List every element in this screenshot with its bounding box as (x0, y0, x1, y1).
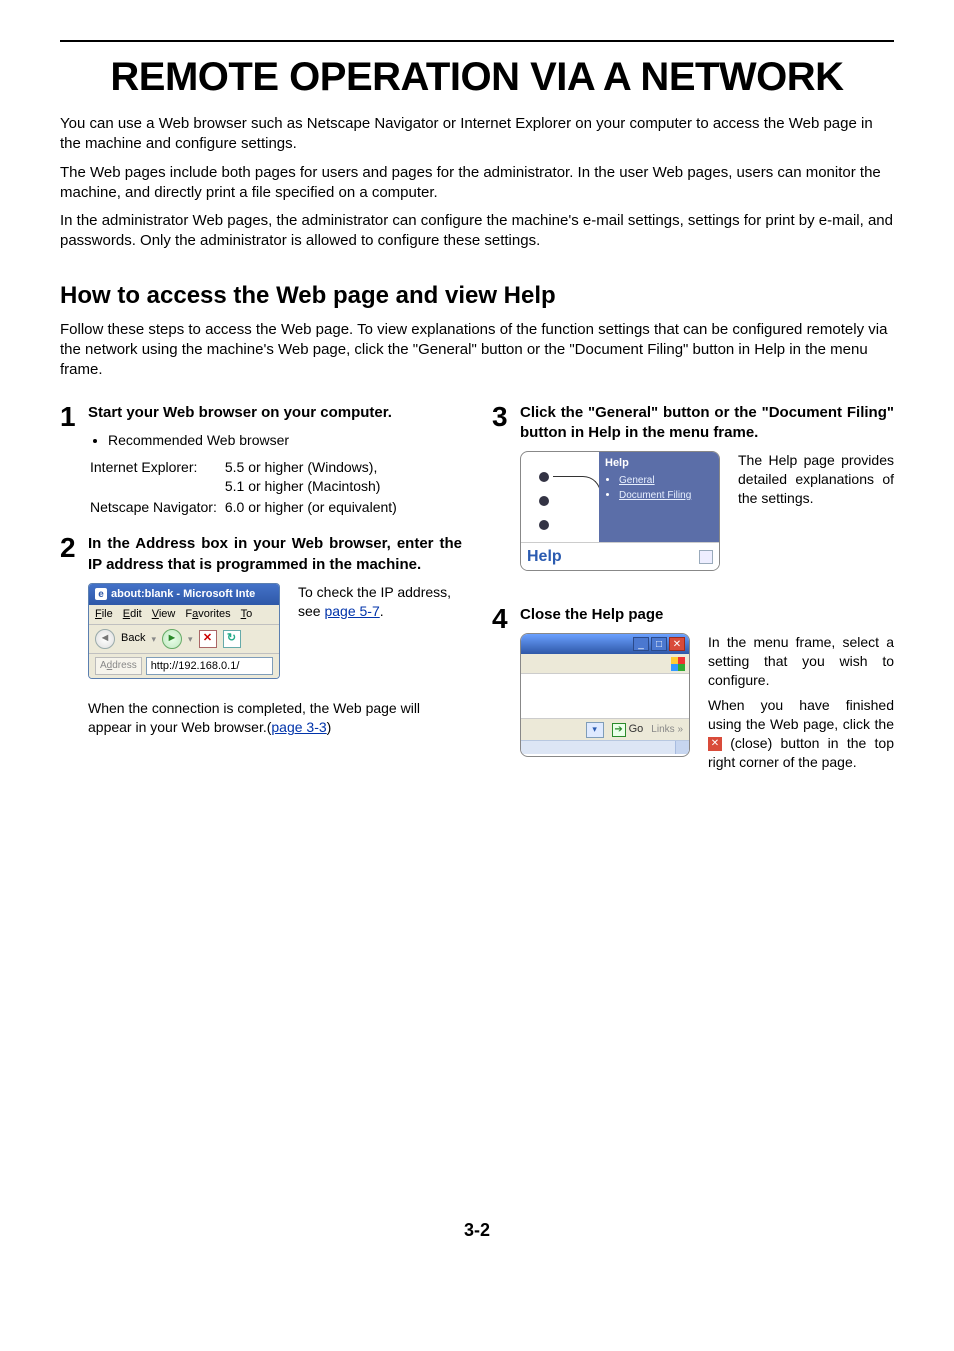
dot-icon (539, 520, 549, 530)
link-page-5-7[interactable]: page 5-7 (324, 603, 379, 619)
dot-icon (539, 496, 549, 506)
step-3-num: 3 (492, 403, 512, 582)
links-label[interactable]: Links » (651, 723, 683, 737)
help-link-general[interactable]: General (619, 475, 655, 486)
back-dropdown-icon[interactable]: ▾ (151, 633, 156, 645)
step-2: 2 In the Address box in your Web browser… (60, 534, 462, 737)
step-3: 3 Click the "General" button or the "Doc… (492, 403, 894, 582)
ie-val1: 5.5 or higher (Windows), (225, 459, 378, 475)
ie-menu-tools[interactable]: To (241, 607, 253, 622)
step-2-num: 2 (60, 534, 80, 737)
step-3-side-text: The Help page provides detailed explanat… (738, 451, 894, 508)
minimize-icon[interactable]: _ (633, 637, 649, 651)
ie-logo-icon: e (95, 588, 107, 600)
page-title: REMOTE OPERATION VIA A NETWORK (60, 50, 894, 104)
windows-flag-icon (671, 657, 685, 671)
page-number: 3-2 (60, 1218, 894, 1242)
step-2-side-text: To check the IP address, see page 5-7. (298, 583, 462, 621)
section-heading: How to access the Web page and view Help (60, 280, 894, 312)
top-rule (60, 40, 894, 42)
ie-label: Internet Explorer: (90, 458, 223, 496)
nn-val: 6.0 or higher (or equivalent) (225, 498, 403, 517)
link-page-3-3[interactable]: page 3-3 (271, 719, 326, 735)
help-panel-figure: Help General Document Filing Help (520, 451, 720, 571)
ie-menu-favorites[interactable]: Favorites (185, 607, 230, 622)
close-icon: ✕ (708, 737, 722, 751)
forward-icon[interactable]: ► (162, 629, 182, 649)
step-1-num: 1 (60, 403, 80, 519)
window-titlebar: _ □ ✕ (521, 634, 689, 654)
step-2-head: In the Address box in your Web browser, … (88, 534, 462, 575)
back-icon[interactable]: ◄ (95, 629, 115, 649)
window-controls-figure: _ □ ✕ ▾ ➔ Go (520, 633, 690, 757)
ie-address-bar: Address http://192.168.0.1/ (89, 654, 279, 679)
step-3-head: Click the "General" button or the "Docum… (520, 403, 894, 444)
step-1: 1 Start your Web browser on your compute… (60, 403, 462, 519)
window-menubar (521, 654, 689, 674)
steps-columns: 1 Start your Web browser on your compute… (60, 403, 894, 798)
stop-icon[interactable]: ✕ (199, 630, 217, 648)
ie-titlebar: e about:blank - Microsoft Inte (89, 584, 279, 605)
page-icon (699, 550, 713, 564)
right-column: 3 Click the "General" button or the "Doc… (492, 403, 894, 798)
ie-title-text: about:blank - Microsoft Inte (111, 587, 255, 602)
help-heading: Help (527, 546, 562, 568)
window-toolbar: ▾ ➔ Go Links » (521, 718, 689, 740)
go-arrow-icon: ➔ (612, 723, 626, 737)
help-link-document-filing[interactable]: Document Filing (619, 490, 691, 501)
ie-menu-edit[interactable]: Edit (123, 607, 142, 622)
scrollbar[interactable] (521, 740, 689, 754)
step-4-side-text: In the menu frame, select a setting that… (708, 633, 894, 771)
section-intro: Follow these steps to access the Web pag… (60, 320, 894, 381)
nn-label: Netscape Navigator: (90, 498, 223, 517)
address-dropdown-icon[interactable]: ▾ (586, 722, 604, 738)
address-label: Address (95, 657, 142, 675)
browser-spec-table: Internet Explorer: 5.5 or higher (Window… (88, 456, 405, 519)
forward-dropdown-icon[interactable]: ▾ (188, 633, 193, 645)
help-side-panel: Help General Document Filing (599, 452, 719, 542)
ie-window-figure: e about:blank - Microsoft Inte FFileile … (88, 583, 280, 680)
go-button[interactable]: ➔ Go (612, 722, 644, 737)
ie-menu-file[interactable]: FFileile (95, 607, 113, 622)
step-4: 4 Close the Help page _ □ ✕ (492, 605, 894, 781)
help-panel-title: Help (605, 456, 713, 471)
step-1-head: Start your Web browser on your computer. (88, 403, 462, 423)
intro-block: You can use a Web browser such as Netsca… (60, 114, 894, 252)
address-field[interactable]: http://192.168.0.1/ (146, 657, 273, 676)
close-icon[interactable]: ✕ (669, 637, 685, 651)
refresh-icon[interactable]: ↻ (223, 630, 241, 648)
intro-p2: The Web pages include both pages for use… (60, 163, 894, 204)
dot-icon (539, 472, 549, 482)
step-4-head: Close the Help page (520, 605, 894, 625)
ie-menubar: FFileile Edit View Favorites To (89, 605, 279, 625)
ie-val2: 5.1 or higher (Macintosh) (225, 478, 381, 494)
step-1-bullet: Recommended Web browser (108, 431, 462, 450)
intro-p1: You can use a Web browser such as Netsca… (60, 114, 894, 155)
ie-toolbar: ◄ Back ▾ ► ▾ ✕ ↻ (89, 625, 279, 654)
help-bottom-bar: Help (521, 542, 719, 570)
back-label: Back (121, 631, 145, 646)
maximize-icon[interactable]: □ (651, 637, 667, 651)
intro-p3: In the administrator Web pages, the admi… (60, 211, 894, 252)
chevron-right-icon: » (677, 724, 683, 735)
ie-menu-view[interactable]: View (152, 607, 176, 622)
left-column: 1 Start your Web browser on your compute… (60, 403, 462, 798)
step-4-num: 4 (492, 605, 512, 781)
step-2-after: When the connection is completed, the We… (88, 699, 462, 737)
